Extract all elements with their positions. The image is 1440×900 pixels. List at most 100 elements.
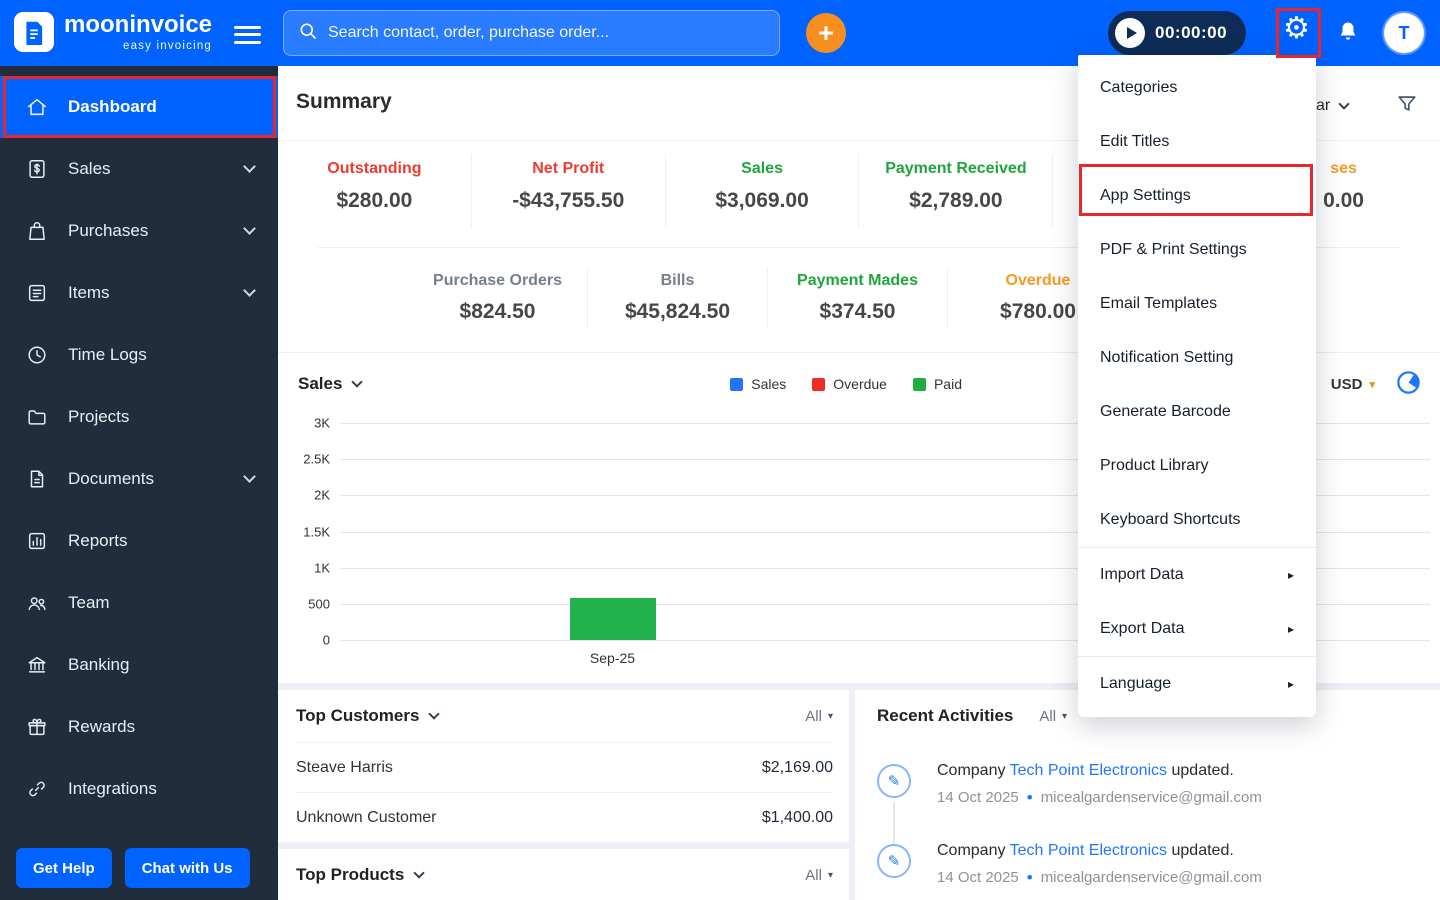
stat-card-net-profit: Net Profit -$43,755.50	[472, 154, 666, 227]
chevron-down-icon	[243, 470, 256, 483]
hamburger-menu-icon[interactable]	[234, 21, 261, 48]
sidebar-item-sales[interactable]: Sales	[0, 138, 278, 200]
submenu-arrow-icon: ▸	[1287, 568, 1294, 582]
menu-item-import-data[interactable]: Import Data ▸	[1078, 548, 1316, 602]
link-icon	[26, 778, 50, 800]
activity-text: Company	[937, 842, 1006, 859]
top-customers-filter[interactable]: All ▾	[805, 708, 833, 725]
sidebar-item-reports[interactable]: Reports	[0, 510, 278, 572]
menu-item-label: Product Library	[1100, 457, 1209, 474]
menu-item-notification-setting[interactable]: Notification Setting	[1078, 331, 1316, 385]
sidebar-item-projects[interactable]: Projects	[0, 386, 278, 448]
caret-down-icon: ▾	[827, 710, 833, 722]
customer-row[interactable]: Steave Harris $2,169.00	[296, 742, 833, 792]
activity-text: Company	[937, 762, 1006, 779]
user-avatar[interactable]: T	[1384, 13, 1424, 53]
customer-name: Steave Harris	[296, 758, 393, 776]
top-products-dropdown[interactable]: Top Products	[296, 865, 425, 885]
bullet-dot: •	[1026, 868, 1033, 887]
menu-item-generate-barcode[interactable]: Generate Barcode	[1078, 385, 1316, 439]
activity-entry: ✎ Company Tech Point Electronics updated…	[877, 762, 1430, 806]
stat-label: Payment Mades	[797, 272, 918, 289]
currency-label: USD	[1330, 375, 1363, 393]
activity-date: 14 Oct 2025	[937, 869, 1019, 886]
menu-item-keyboard-shortcuts[interactable]: Keyboard Shortcuts	[1078, 493, 1316, 547]
menu-item-email-templates[interactable]: Email Templates	[1078, 277, 1316, 331]
menu-item-edit-titles[interactable]: Edit Titles	[1078, 115, 1316, 169]
clock-icon	[26, 344, 50, 366]
pie-chart-icon[interactable]	[1395, 369, 1422, 399]
customer-row[interactable]: Unknown Customer $1,400.00	[296, 792, 833, 842]
sidebar-item-team[interactable]: Team	[0, 572, 278, 634]
sidebar-item-label: Sales	[68, 159, 111, 178]
left-panel: Top Customers All ▾ Steave Harris $2,169…	[278, 690, 855, 900]
stat-value: $45,824.50	[624, 300, 731, 323]
get-help-button[interactable]: Get Help	[16, 848, 112, 888]
notifications-bell-icon[interactable]	[1336, 20, 1360, 47]
brand-logo[interactable]: mooninvoice easy invoicing	[14, 12, 212, 52]
chat-with-us-button[interactable]: Chat with Us	[124, 848, 250, 888]
submenu-arrow-icon: ▸	[1287, 622, 1294, 636]
activity-text: updated.	[1171, 842, 1234, 859]
global-search[interactable]	[283, 10, 780, 56]
stat-card-purchase-orders: Purchase Orders $824.50	[408, 268, 588, 328]
legend-label: Overdue	[833, 376, 887, 392]
menu-item-product-library[interactable]: Product Library	[1078, 439, 1316, 493]
menu-item-pdf-print-settings[interactable]: PDF & Print Settings	[1078, 223, 1316, 277]
menu-item-app-settings[interactable]: App Settings	[1078, 169, 1316, 223]
sidebar: Dashboard Sales Purchases Items Time Log…	[0, 66, 278, 900]
activity-company-link[interactable]: Tech Point Electronics	[1010, 762, 1167, 779]
menu-item-label: Edit Titles	[1100, 133, 1170, 150]
legend-swatch-sales	[730, 377, 744, 391]
top-customers-dropdown[interactable]: Top Customers	[296, 706, 441, 726]
sidebar-item-label: Dashboard	[68, 97, 157, 116]
edit-pencil-icon[interactable]: ✎	[877, 844, 911, 878]
sidebar-item-rewards[interactable]: Rewards	[0, 696, 278, 758]
activity-email: micealgardenservice@gmail.com	[1040, 789, 1262, 806]
sidebar-item-documents[interactable]: Documents	[0, 448, 278, 510]
recent-activities-filter[interactable]: All ▾	[1039, 708, 1067, 725]
sidebar-item-time-logs[interactable]: Time Logs	[0, 324, 278, 386]
caret-down-icon: ▾	[1369, 378, 1375, 391]
activity-company-link[interactable]: Tech Point Electronics	[1010, 842, 1167, 859]
filter-label: All	[805, 866, 822, 884]
top-products-filter[interactable]: All ▾	[805, 867, 833, 884]
stat-value: $824.50	[459, 300, 536, 323]
x-tick: Sep-25	[589, 650, 636, 666]
chart-bar-paid	[569, 598, 656, 640]
search-input[interactable]	[328, 24, 765, 42]
stat-value: -$43,755.50	[512, 189, 625, 212]
stat-value: $2,789.00	[909, 189, 1003, 212]
settings-gear-icon[interactable]: ⚙	[1283, 14, 1310, 44]
sidebar-item-label: Team	[68, 593, 110, 612]
year-filter-dropdown[interactable]: ar	[1316, 97, 1350, 115]
bullet-dot: •	[1026, 788, 1033, 807]
chart-type-dropdown[interactable]: Sales	[298, 374, 364, 394]
menu-item-language[interactable]: Language ▸	[1078, 657, 1316, 711]
add-new-button[interactable]: +	[806, 13, 846, 53]
purchases-bag-icon	[26, 220, 50, 242]
edit-pencil-icon[interactable]: ✎	[877, 764, 911, 798]
y-tick: 0	[322, 632, 330, 648]
gift-icon	[26, 716, 50, 738]
brand-tagline: easy invoicing	[122, 39, 213, 52]
stat-card-sales: Sales $3,069.00	[666, 154, 860, 227]
sidebar-item-items[interactable]: Items	[0, 262, 278, 324]
sidebar-item-dashboard[interactable]: Dashboard	[0, 76, 278, 138]
document-icon	[26, 468, 50, 490]
menu-item-categories[interactable]: Categories	[1078, 61, 1316, 115]
sidebar-item-purchases[interactable]: Purchases	[0, 200, 278, 262]
sidebar-item-banking[interactable]: Banking	[0, 634, 278, 696]
sidebar-item-label: Projects	[68, 407, 130, 426]
sidebar-item-label: Time Logs	[68, 345, 147, 364]
timer-button[interactable]: 00:00:00	[1108, 11, 1246, 55]
menu-item-label: Import Data	[1100, 566, 1184, 583]
items-list-icon	[26, 282, 50, 304]
sidebar-item-integrations[interactable]: Integrations	[0, 758, 278, 820]
currency-selector[interactable]: USD ▾	[1331, 376, 1375, 393]
filter-funnel-icon[interactable]	[1396, 93, 1418, 118]
menu-item-export-data[interactable]: Export Data ▸	[1078, 602, 1316, 656]
stat-card-bills: Bills $45,824.50	[588, 268, 768, 328]
y-tick: 3K	[314, 415, 330, 431]
stat-card-outstanding: Outstanding $280.00	[278, 154, 472, 227]
